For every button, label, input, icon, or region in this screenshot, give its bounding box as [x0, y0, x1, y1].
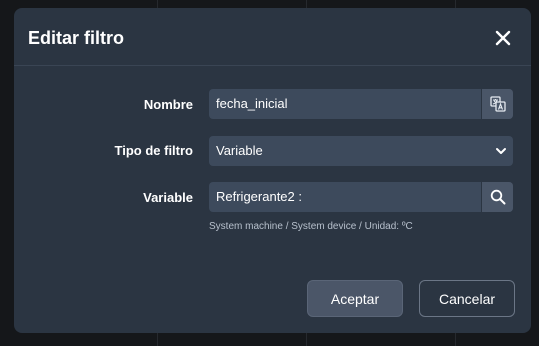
chevron-down-icon	[496, 148, 506, 154]
translate-icon	[490, 96, 506, 112]
variable-help-text: System machine / System device / Unidad:…	[209, 221, 413, 232]
variable-input[interactable]: Refrigerante2 :	[209, 182, 513, 212]
dialog-title: Editar filtro	[28, 28, 125, 48]
filter-type-select[interactable]: Variable	[209, 136, 513, 166]
accept-button[interactable]: Aceptar	[307, 280, 403, 317]
variable-input-value: Refrigerante2 :	[216, 189, 302, 204]
name-input[interactable]: fecha_inicial	[209, 89, 513, 119]
cancel-button[interactable]: Cancelar	[419, 280, 515, 317]
name-input-value: fecha_inicial	[216, 96, 288, 111]
close-button[interactable]	[493, 28, 513, 48]
close-icon	[495, 30, 511, 46]
search-icon	[490, 189, 506, 205]
name-label: Nombre	[143, 97, 193, 112]
translate-button[interactable]	[481, 89, 513, 119]
dialog-header: Editar filtro	[14, 8, 531, 66]
search-button[interactable]	[481, 182, 513, 212]
variable-label: Variable	[143, 190, 193, 205]
filter-type-selected: Variable	[216, 143, 263, 158]
filter-type-label: Tipo de filtro	[114, 143, 193, 158]
edit-filter-dialog: Editar filtro Nombre fecha_inicial Tipo …	[14, 8, 531, 333]
